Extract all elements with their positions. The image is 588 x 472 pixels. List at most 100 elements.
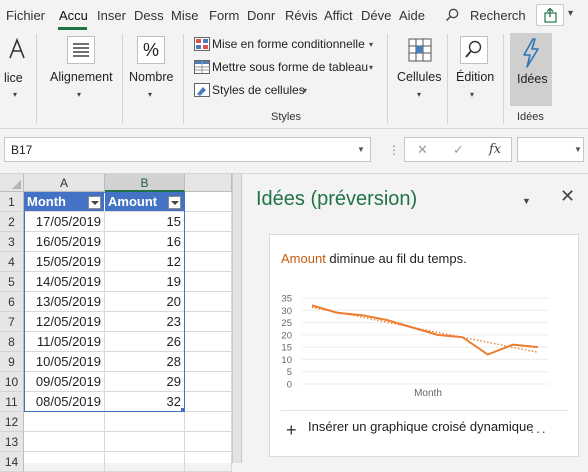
table-cell-amount[interactable]: 20 <box>105 292 185 312</box>
empty-cell[interactable] <box>185 252 232 272</box>
row-header[interactable]: 5 <box>0 272 24 292</box>
tab-developpeur[interactable]: Déve <box>361 8 391 23</box>
column-header-c[interactable] <box>185 174 232 192</box>
table-cell-month[interactable]: 13/05/2019 <box>24 292 105 312</box>
tab-affichage[interactable]: Affict <box>324 8 353 23</box>
idea-card[interactable]: Amount diminue au fil du temps. 0 5 10 15 20… <box>269 234 579 457</box>
format-as-table-caret-icon[interactable]: ▾ <box>369 63 373 72</box>
row-header[interactable]: 6 <box>0 292 24 312</box>
enter-icon[interactable]: ✓ <box>453 142 464 158</box>
cell-styles-button[interactable]: Styles de cellules <box>212 83 305 97</box>
plus-icon[interactable]: + <box>286 421 297 439</box>
percent-icon[interactable]: % <box>137 36 165 64</box>
name-box-caret-icon[interactable]: ▼ <box>357 145 365 154</box>
row-header[interactable]: 14 <box>0 452 24 472</box>
font-icon[interactable] <box>6 36 28 64</box>
table-cell-amount[interactable]: 19 <box>105 272 185 292</box>
table-cell-amount[interactable]: 23 <box>105 312 185 332</box>
table-cell-amount[interactable]: 32 <box>105 392 185 412</box>
empty-cell[interactable] <box>24 452 105 472</box>
table-cell-month[interactable]: 16/05/2019 <box>24 232 105 252</box>
tab-aide[interactable]: Aide <box>399 8 425 23</box>
worksheet-grid[interactable]: A B 1 Month Amount 2 17/05/2019 15 3 16/05/2019… <box>0 174 232 472</box>
empty-cell[interactable] <box>105 412 185 432</box>
tab-donnees[interactable]: Donr <box>247 8 275 23</box>
table-cell-month[interactable]: 12/05/2019 <box>24 312 105 332</box>
search-icon[interactable] <box>445 8 459 22</box>
table-cell-amount[interactable]: 15 <box>105 212 185 232</box>
table-cell-month[interactable]: 11/05/2019 <box>24 332 105 352</box>
table-cell-month[interactable]: 17/05/2019 <box>24 212 105 232</box>
nombre-label[interactable]: Nombre <box>129 70 173 84</box>
find-icon[interactable] <box>460 36 488 64</box>
empty-cell[interactable] <box>185 372 232 392</box>
table-cell-month[interactable]: 08/05/2019 <box>24 392 105 412</box>
insert-function-icon[interactable]: fx <box>489 142 501 157</box>
select-all-corner[interactable] <box>0 174 24 192</box>
empty-cell[interactable] <box>24 432 105 452</box>
pane-splitter[interactable] <box>232 174 242 463</box>
row-header[interactable]: 7 <box>0 312 24 332</box>
cellules-label[interactable]: Cellules <box>397 70 441 84</box>
empty-cell[interactable] <box>185 272 232 292</box>
police-caret-icon[interactable]: ▾ <box>13 90 17 99</box>
filter-dropdown-icon[interactable] <box>168 196 181 209</box>
empty-cell[interactable] <box>185 232 232 252</box>
conditional-formatting-caret-icon[interactable]: ▾ <box>369 40 373 49</box>
alignement-caret-icon[interactable]: ▾ <box>77 90 81 99</box>
tab-insertion[interactable]: Inser <box>97 8 126 23</box>
empty-cell[interactable] <box>185 352 232 372</box>
cancel-icon[interactable]: ✕ <box>417 142 428 158</box>
more-options-icon[interactable]: ··· <box>530 423 547 439</box>
formula-expand-caret-icon[interactable]: ▼ <box>574 145 582 154</box>
empty-cell[interactable] <box>185 192 232 212</box>
table-cell-amount[interactable]: 16 <box>105 232 185 252</box>
edition-label[interactable]: Édition <box>456 70 494 84</box>
empty-cell[interactable] <box>24 412 105 432</box>
empty-cell[interactable] <box>105 432 185 452</box>
share-caret-icon[interactable]: ▾ <box>568 8 573 19</box>
column-header-a[interactable]: A <box>24 174 105 192</box>
empty-cell[interactable] <box>185 432 232 452</box>
empty-cell[interactable] <box>185 392 232 412</box>
filter-dropdown-icon[interactable] <box>88 196 101 209</box>
row-header[interactable]: 11 <box>0 392 24 412</box>
close-icon[interactable]: ✕ <box>560 186 575 207</box>
table-cell-month[interactable]: 15/05/2019 <box>24 252 105 272</box>
row-header[interactable]: 1 <box>0 192 24 212</box>
empty-cell[interactable] <box>185 412 232 432</box>
table-header-amount[interactable]: Amount <box>105 192 185 212</box>
row-header[interactable]: 9 <box>0 352 24 372</box>
tab-fichier[interactable]: Fichier <box>6 8 45 23</box>
table-header-month[interactable]: Month <box>24 192 105 212</box>
column-header-b[interactable]: B <box>105 174 185 192</box>
format-as-table-button[interactable]: Mettre sous forme de tableau <box>212 60 368 74</box>
search-label[interactable]: Recherch <box>470 8 526 23</box>
tab-dessin[interactable]: Dess <box>134 8 164 23</box>
share-button[interactable] <box>536 4 564 26</box>
nombre-caret-icon[interactable]: ▾ <box>148 90 152 99</box>
name-box[interactable]: B17 <box>4 137 371 162</box>
insert-pivot-chart-button[interactable]: Insérer un graphique croisé dynamique <box>308 419 538 435</box>
row-header[interactable]: 4 <box>0 252 24 272</box>
tab-formules[interactable]: Form <box>209 8 239 23</box>
table-cell-amount[interactable]: 28 <box>105 352 185 372</box>
edition-caret-icon[interactable]: ▾ <box>470 90 474 99</box>
tab-revision[interactable]: Révis <box>285 8 318 23</box>
row-header[interactable]: 10 <box>0 372 24 392</box>
empty-cell[interactable] <box>185 332 232 352</box>
table-cell-amount[interactable]: 29 <box>105 372 185 392</box>
cell-styles-caret-icon[interactable]: ▾ <box>303 86 307 95</box>
alignement-label[interactable]: Alignement <box>50 70 113 84</box>
row-header[interactable]: 3 <box>0 232 24 252</box>
table-cell-month[interactable]: 09/05/2019 <box>24 372 105 392</box>
table-cell-amount[interactable]: 26 <box>105 332 185 352</box>
tab-mise-en-page[interactable]: Mise <box>171 8 198 23</box>
empty-cell[interactable] <box>105 452 185 472</box>
police-label[interactable]: lice <box>4 71 23 85</box>
table-cell-amount[interactable]: 12 <box>105 252 185 272</box>
row-header[interactable]: 2 <box>0 212 24 232</box>
cellules-caret-icon[interactable]: ▾ <box>417 90 421 99</box>
alignment-icon[interactable] <box>67 36 95 64</box>
trend-line-chart[interactable]: 0 51015 20253035 Month <box>270 279 580 399</box>
